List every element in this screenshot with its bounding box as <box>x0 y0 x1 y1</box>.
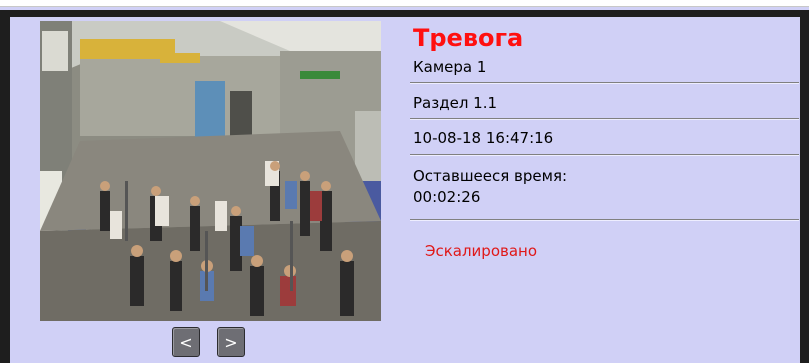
window-frame-left <box>0 10 10 363</box>
section-name: Раздел 1.1 <box>413 94 498 112</box>
window-frame-top <box>0 10 809 17</box>
alarm-timestamp: 10-08-18 16:47:16 <box>413 129 554 147</box>
separator-4 <box>410 219 799 221</box>
remaining-time-value: 00:02:26 <box>413 188 481 206</box>
escalation-status: Эскалировано <box>425 242 538 260</box>
window-frame-right <box>800 10 809 363</box>
top-strip-line <box>0 6 809 7</box>
next-camera-button[interactable]: > <box>217 327 245 357</box>
separator-1 <box>410 82 799 84</box>
camera-name: Камера 1 <box>413 58 487 76</box>
separator-2 <box>410 118 799 120</box>
separator-3 <box>410 154 799 156</box>
alarm-title: Тревога <box>413 24 524 52</box>
camera-video-frame <box>40 21 381 321</box>
remaining-time-label: Оставшееся время: <box>413 167 568 185</box>
previous-camera-button[interactable]: < <box>172 327 200 357</box>
